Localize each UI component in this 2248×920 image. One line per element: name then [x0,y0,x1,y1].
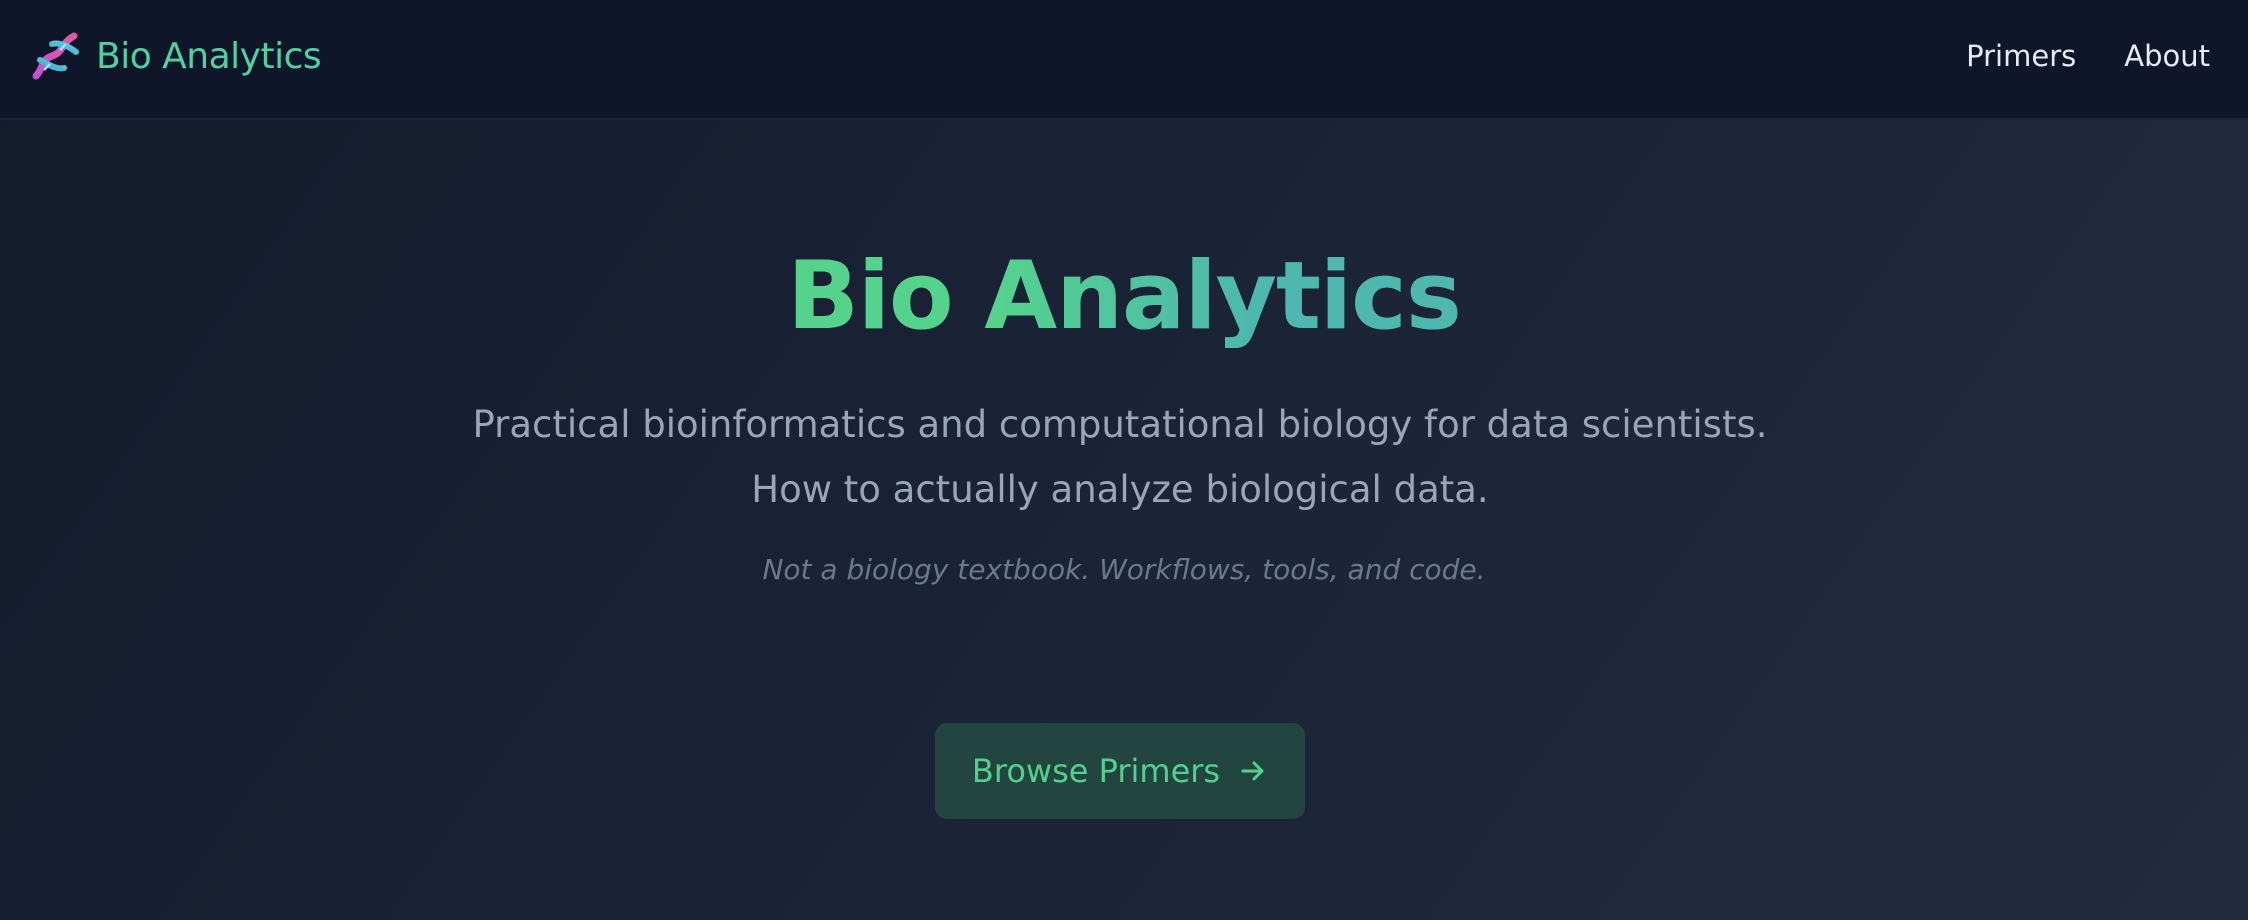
arrow-right-icon [1241,761,1264,781]
page: Bio Analytics Primers About Bio Analytic… [0,0,2248,920]
hero-note: Not a biology textbook. Workflows, tools… [762,553,1486,586]
main-nav: Primers About [1918,34,2210,78]
hero-title-text: Bio Analytics [787,242,1462,351]
brand-name: Bio Analytics [96,35,322,77]
brand-home-link[interactable]: Bio Analytics [30,28,322,84]
hero-subtitle: Practical bioinformatics and computation… [472,403,1768,511]
hero-title: Bio Analytics [0,232,2248,362]
dna-icon [32,32,79,80]
browse-primers-label: Browse Primers [971,752,1221,790]
nav-link-about[interactable]: About [2124,39,2210,73]
top-navbar: Bio Analytics Primers About [0,0,2248,120]
nav-link-primers[interactable]: Primers [1966,39,2076,73]
browse-primers-button[interactable]: Browse Primers [935,723,1305,819]
